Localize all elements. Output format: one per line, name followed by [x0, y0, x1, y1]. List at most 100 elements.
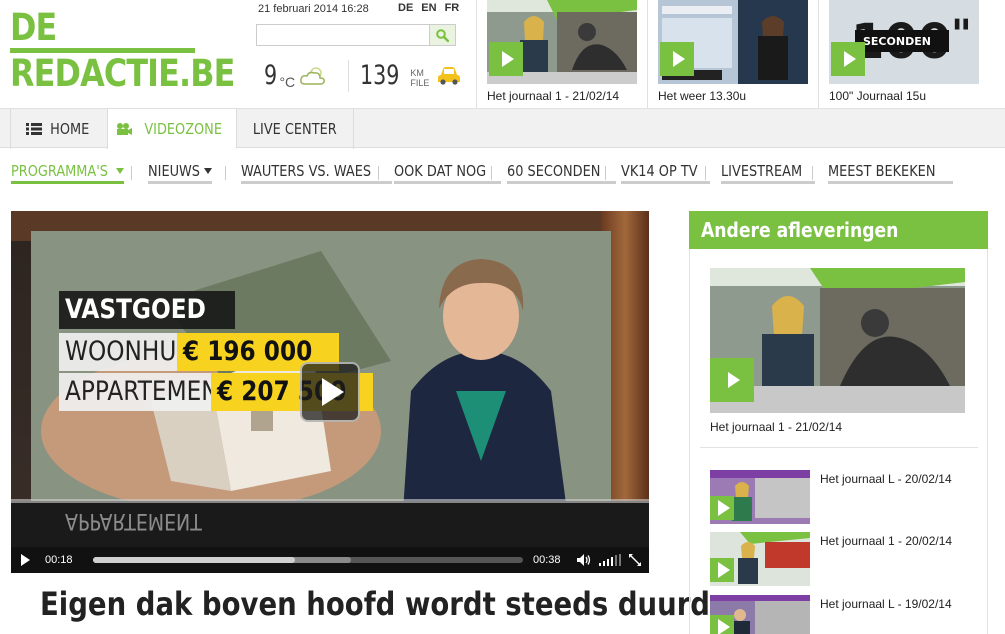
- speaker-icon: [577, 554, 591, 566]
- logo-line-2: REDACTIE.BE: [10, 52, 235, 95]
- overlay-title-text: VASTGOED: [65, 294, 206, 325]
- tab-live-center-label: LIVE CENTER: [253, 120, 337, 138]
- volume-bars-icon: [599, 554, 621, 566]
- car-icon: [438, 67, 461, 85]
- subnav-livestream[interactable]: LIVESTREAM: [721, 160, 816, 184]
- subnav-separator: [491, 166, 492, 180]
- traffic-km: 139: [360, 60, 400, 91]
- overlay-row-2-label-text: APPARTEMENT: [65, 376, 233, 407]
- progress-fill: [93, 557, 296, 563]
- overlay-row-1-value-text: € 196 000: [183, 336, 313, 367]
- play-icon: [710, 558, 734, 582]
- top-video-card[interactable]: Het weer 13.30u: [647, 0, 817, 108]
- sidebar-video-caption: Het journaal L - 20/02/14: [820, 472, 952, 486]
- caret-down-icon: [115, 167, 124, 174]
- subnav-separator: [705, 166, 706, 180]
- player-controls: 00:18 00:38: [11, 547, 649, 573]
- fullscreen-button[interactable]: [629, 554, 641, 566]
- subnav-programmas-label: PROGRAMMA'S: [11, 161, 108, 180]
- subnav-ook-dat-nog[interactable]: OOK DAT NOG: [394, 160, 502, 184]
- sidebar-title-text: Andere afleveringen: [701, 218, 899, 242]
- subnav-separator: [605, 166, 606, 180]
- lang-en-link[interactable]: EN: [421, 2, 436, 14]
- overlay-title: VASTGOED: [59, 291, 235, 329]
- tab-videozone[interactable]: VIDEOZONE: [108, 109, 237, 149]
- thumbnail-overlay-text: SECONDEN: [863, 35, 931, 48]
- subnav-programmas[interactable]: PROGRAMMA'S: [11, 160, 124, 184]
- subnav-wauters-vs-waes[interactable]: WAUTERS VS. WAES: [241, 160, 393, 184]
- sidebar-video-item[interactable]: [710, 470, 810, 524]
- sidebar-video-item[interactable]: [710, 532, 810, 586]
- play-icon: [710, 496, 734, 520]
- top-video-card[interactable]: 100 " SECONDEN 100" Journaal 15u: [818, 0, 1005, 108]
- sidebar-divider: [700, 447, 978, 448]
- cloudy-icon: [300, 67, 326, 85]
- top-video-caption: 100" Journaal 15u: [829, 89, 927, 103]
- current-datetime: 21 februari 2014 16:28: [258, 3, 369, 15]
- play-icon: [489, 42, 523, 76]
- search-box: [256, 24, 456, 46]
- subnav-vk14-label: VK14 OP TV: [621, 161, 698, 180]
- subnav-vk14-op-tv[interactable]: VK14 OP TV: [621, 160, 710, 184]
- language-switcher: DE EN FR: [398, 2, 459, 14]
- subnav-nieuws[interactable]: NIEUWS: [148, 160, 213, 184]
- volume-slider[interactable]: [599, 554, 621, 566]
- time-total: 00:38: [533, 554, 561, 566]
- sidebar-video-caption: Het journaal L - 19/02/14: [820, 597, 952, 611]
- main-nav: HOME VIDEOZONE LIVE CENTER: [0, 108, 1005, 149]
- fullscreen-icon: [629, 554, 641, 566]
- overlay-reflection: APPARTEMENT: [59, 501, 230, 539]
- video-thumbnail: 100 " SECONDEN: [829, 0, 979, 84]
- search-input[interactable]: [257, 25, 429, 45]
- traffic-widget[interactable]: 139 KM FILE: [360, 60, 461, 94]
- subnav-separator: [131, 166, 132, 180]
- subnav-ook-dat-nog-label: OOK DAT NOG: [394, 161, 487, 180]
- traffic-unit-file: FILE: [410, 78, 430, 88]
- time-current: 00:18: [45, 554, 73, 566]
- subnav-wauters-label: WAUTERS VS. WAES: [241, 161, 372, 180]
- top-video-caption: Het weer 13.30u: [658, 89, 747, 103]
- top-video-caption: Het journaal 1 - 21/02/14: [487, 89, 620, 103]
- sidebar-video-item[interactable]: [710, 595, 810, 634]
- volume-button[interactable]: [577, 554, 591, 566]
- subnav-separator: [812, 166, 813, 180]
- traffic-unit-km: KM: [410, 68, 424, 78]
- search-button[interactable]: [429, 25, 455, 45]
- header-separator: [348, 60, 349, 92]
- sidebar-featured-caption: Het journaal 1 - 21/02/14: [710, 420, 843, 434]
- top-video-card[interactable]: Het journaal 1 - 21/02/14: [476, 0, 646, 108]
- play-pause-button[interactable]: [11, 547, 39, 573]
- video-thumbnail: [658, 0, 808, 84]
- subnav-60-seconden[interactable]: 60 SECONDEN: [507, 160, 616, 184]
- caret-down-icon: [204, 167, 213, 174]
- site-logo[interactable]: DE REDACTIE.BE: [10, 8, 235, 95]
- traffic-unit: KM FILE: [410, 68, 429, 88]
- tab-live-center[interactable]: LIVE CENTER: [237, 109, 354, 149]
- subnav-livestream-label: LIVESTREAM: [721, 161, 803, 180]
- play-icon: [710, 615, 734, 634]
- weather-widget[interactable]: 9 °C: [264, 60, 327, 94]
- sub-nav: PROGRAMMA'S NIEUWS WAUTERS VS. WAES OOK …: [0, 150, 1005, 190]
- sidebar-featured-video[interactable]: [710, 268, 965, 413]
- big-play-button[interactable]: [300, 362, 360, 422]
- video-thumbnail: [487, 0, 637, 84]
- subnav-60-seconden-label: 60 SECONDEN: [507, 161, 601, 180]
- article-headline: Eigen dak boven hoofd wordt steeds duurd…: [40, 585, 743, 623]
- camera-icon: [117, 122, 133, 135]
- subnav-separator: [378, 166, 379, 180]
- weather-temperature: 9: [264, 60, 278, 91]
- play-icon: [831, 42, 865, 76]
- overlay-reflection-text: APPARTEMENT: [65, 508, 202, 533]
- lang-de-link[interactable]: DE: [398, 2, 413, 14]
- weather-unit: °C: [279, 74, 296, 90]
- sidebar-video-caption: Het journaal 1 - 20/02/14: [820, 534, 953, 548]
- subnav-nieuws-label: NIEUWS: [148, 161, 201, 180]
- search-icon: [436, 28, 449, 42]
- lang-fr-link[interactable]: FR: [445, 2, 460, 14]
- tab-home-label: HOME: [49, 120, 90, 138]
- subnav-meest-bekeken[interactable]: MEEST BEKEKEN: [828, 160, 953, 184]
- progress-bar[interactable]: [93, 557, 523, 563]
- subnav-meest-bekeken-label: MEEST BEKEKEN: [828, 161, 936, 180]
- tab-home[interactable]: HOME: [10, 109, 108, 149]
- subnav-separator: [225, 166, 226, 180]
